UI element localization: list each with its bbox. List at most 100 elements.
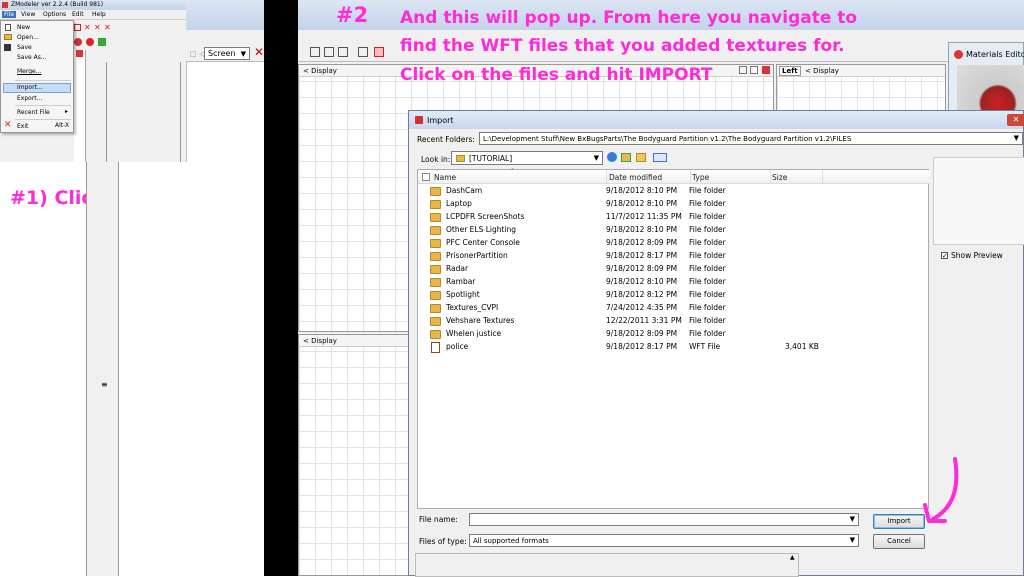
cell-date: 12/22/2011 3:31 PM — [606, 316, 682, 325]
app-logo-icon — [2, 2, 8, 8]
chevron-down-icon: ▼ — [593, 154, 599, 162]
column-divider — [690, 170, 691, 184]
menu-file[interactable]: File — [2, 11, 17, 18]
screen-select-value: Screen — [208, 49, 236, 58]
files-of-type-label: Files of type: — [419, 537, 467, 546]
tool-icon[interactable]: ✕ — [94, 24, 102, 32]
viewport-label[interactable]: < Display — [303, 67, 337, 75]
zmodeler-window-small: ZModeler ver 2.2.4 (Build 981) File View… — [0, 0, 186, 162]
cell-type: File folder — [689, 290, 726, 299]
folder-icon — [456, 155, 465, 162]
view-tool-icon[interactable] — [374, 47, 384, 57]
submenu-arrow-icon: ▸ — [65, 108, 69, 115]
open-icon — [4, 34, 12, 40]
look-in-select[interactable]: [TUTORIAL] ▼ — [451, 151, 603, 165]
menu-item-open[interactable]: Open... — [17, 33, 39, 42]
folder-icon — [430, 226, 441, 235]
wft-file-icon — [431, 342, 440, 353]
tool-icon[interactable] — [98, 38, 106, 46]
tool-icon[interactable] — [74, 24, 81, 31]
viewport-icon[interactable] — [750, 66, 758, 74]
sort-arrow-icon: ^ — [510, 168, 516, 175]
step2-line-3: Click on the files and hit IMPORT — [400, 65, 713, 85]
close-icon[interactable]: ✕ — [254, 46, 264, 58]
folder-icon — [430, 317, 441, 326]
tool-icon[interactable]: ✕ — [104, 24, 112, 32]
viewport-icon[interactable] — [739, 66, 747, 74]
new-folder-icon[interactable] — [636, 153, 646, 162]
view-tool-icon[interactable] — [310, 47, 320, 57]
column-name[interactable]: Name — [434, 173, 456, 182]
column-size[interactable]: Size — [772, 173, 787, 182]
exit-shortcut: Alt-X — [55, 122, 70, 129]
menu-separator — [15, 105, 71, 106]
scroll-up-icon[interactable]: ▲ — [790, 554, 795, 561]
list-header: Name ^ Date modified Type Size — [418, 168, 930, 184]
recent-folders-select[interactable]: L:\Development Stuff\New BxBugsParts\The… — [479, 132, 1023, 145]
menu-item-save[interactable]: Save — [17, 43, 32, 52]
close-icon[interactable]: ✕ — [1007, 114, 1024, 126]
viewport-left-tab[interactable]: Left — [779, 66, 801, 76]
close-icon[interactable] — [76, 50, 83, 57]
viewport-label[interactable]: < Display — [805, 67, 839, 75]
menu-item-recent-file[interactable]: Recent File — [17, 108, 50, 117]
materials-editor-window: Materials Editor — [948, 42, 1024, 113]
cell-name: Other ELS Lighting — [446, 225, 517, 234]
column-date[interactable]: Date modified — [609, 173, 662, 182]
show-preview-checkbox[interactable]: ✓ — [941, 252, 948, 260]
menu-view[interactable]: View — [21, 11, 35, 18]
menu-item-save-as[interactable]: Save As... — [17, 53, 47, 62]
import-icon — [415, 116, 423, 124]
cell-type: File folder — [689, 303, 726, 312]
cancel-button[interactable]: Cancel — [873, 534, 925, 549]
cell-name: police — [446, 342, 469, 351]
view-menu-icon[interactable] — [653, 153, 667, 162]
cell-date: 9/18/2012 8:09 PM — [606, 264, 678, 273]
window-title: ZModeler ver 2.2.4 (Build 981) — [11, 1, 104, 8]
step2-line-1: And this will pop up. From here you navi… — [400, 8, 858, 28]
cell-date: 9/18/2012 8:17 PM — [606, 342, 678, 351]
left-panel-line — [86, 162, 87, 576]
cell-name: PrisonerPartition — [446, 251, 508, 260]
files-of-type-select[interactable]: All supported formats ▼ — [469, 534, 859, 547]
tool-icon[interactable]: ✕ — [84, 24, 92, 32]
arrow-annotation-icon — [923, 457, 959, 523]
cell-name: Textures_CVPI — [446, 303, 499, 312]
view-tool-icon[interactable] — [358, 47, 368, 57]
menu-item-import[interactable]: Import... — [17, 83, 43, 92]
cell-name: PFC Center Console — [446, 238, 520, 247]
view-tool-icon[interactable] — [338, 47, 348, 57]
view-tool-icon[interactable] — [324, 47, 334, 57]
title-bar: ZModeler ver 2.2.4 (Build 981) — [0, 0, 186, 10]
folder-icon — [430, 265, 441, 274]
menu-item-exit[interactable]: Exit — [17, 122, 28, 131]
file-menu-dropdown: New Open... Save Save As... Merge... Imp… — [0, 20, 74, 133]
tool-icon[interactable] — [74, 38, 82, 46]
menu-item-new[interactable]: New — [17, 23, 30, 32]
viewport-label[interactable]: < Display — [303, 337, 337, 345]
select-all-checkbox[interactable] — [422, 173, 430, 181]
file-name-input[interactable]: ▼ — [469, 513, 859, 526]
column-type[interactable]: Type — [692, 173, 709, 182]
menu-item-merge[interactable]: Merge... — [17, 67, 41, 76]
cell-name: Whelen justice — [446, 329, 502, 338]
cell-date: 9/18/2012 8:17 PM — [606, 251, 678, 260]
close-icon[interactable] — [762, 66, 770, 74]
screen-select[interactable]: Screen ▼ — [204, 47, 250, 60]
menu-options[interactable]: Options — [43, 11, 66, 18]
folder-icon — [430, 330, 441, 339]
chevron-down-icon: ▼ — [1013, 134, 1019, 142]
up-folder-icon[interactable] — [621, 153, 631, 162]
cell-date: 7/24/2012 4:35 PM — [606, 303, 678, 312]
materials-editor-title: Materials Editor — [966, 50, 1024, 59]
menu-item-export[interactable]: Export... — [17, 94, 42, 103]
tool-icon[interactable] — [86, 38, 94, 46]
viewport-header: Left < Display — [777, 65, 945, 77]
back-icon[interactable] — [607, 152, 617, 162]
menu-edit[interactable]: Edit — [72, 11, 84, 18]
menu-help[interactable]: Help — [92, 11, 106, 18]
cell-type: File folder — [689, 186, 726, 195]
panel-handle-icon[interactable]: ≡ — [101, 380, 108, 389]
dialog-title-bar: Import ✕ — [409, 111, 1024, 129]
folder-icon — [430, 239, 441, 248]
